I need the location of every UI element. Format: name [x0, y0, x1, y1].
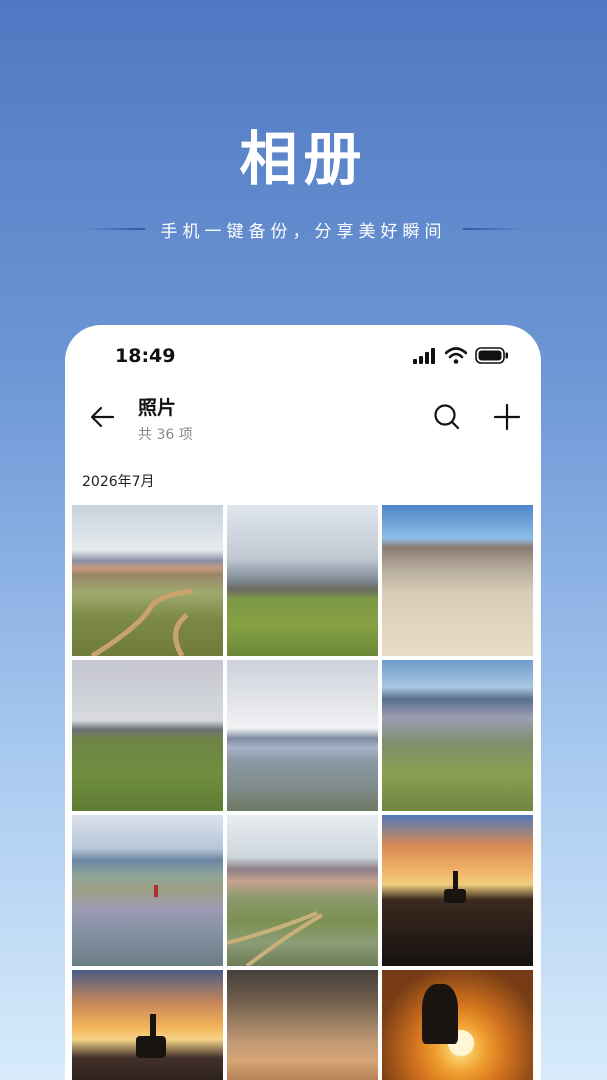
signal-icon — [413, 347, 435, 364]
photo-thumbnail[interactable] — [227, 660, 378, 811]
status-bar: 18:49 — [65, 325, 541, 389]
hero-subtitle: 手机一键备份，分享美好瞬间 — [160, 221, 447, 242]
photo-grid — [72, 505, 534, 1080]
section-date-header: 2026年7月 — [82, 474, 155, 490]
road-tracks-icon — [227, 911, 323, 966]
photo-thumbnail[interactable] — [72, 970, 223, 1080]
person-figure — [154, 885, 158, 897]
couple-silhouette — [422, 984, 458, 1044]
car-silhouette — [444, 889, 466, 903]
photo-thumbnail[interactable] — [382, 660, 533, 811]
photo-thumbnail[interactable] — [72, 505, 223, 656]
hero-subtitle-row: 手机一键备份，分享美好瞬间 — [0, 214, 607, 244]
road-tracks-icon — [90, 588, 193, 656]
add-icon — [493, 403, 521, 431]
phone-screen: 18:49 照片 共 36 项 2026年7月 — [65, 325, 541, 1080]
photo-thumbnail[interactable] — [382, 505, 533, 656]
back-button[interactable] — [87, 401, 119, 433]
photo-thumbnail[interactable] — [72, 660, 223, 811]
battery-icon — [475, 347, 508, 364]
app-bar: 照片 共 36 项 — [65, 389, 541, 449]
divider-left — [82, 228, 145, 230]
photo-thumbnail[interactable] — [382, 815, 533, 966]
title-block: 照片 共 36 项 — [138, 393, 193, 444]
person-silhouette — [453, 871, 458, 889]
photo-thumbnail[interactable] — [227, 815, 378, 966]
person-silhouette — [150, 1014, 156, 1036]
item-count: 共 36 项 — [138, 427, 193, 443]
car-silhouette — [136, 1036, 166, 1058]
back-arrow-icon — [90, 406, 115, 428]
photo-thumbnail[interactable] — [382, 970, 533, 1080]
divider-right — [462, 228, 525, 230]
photo-thumbnail[interactable] — [227, 970, 378, 1080]
wifi-icon — [445, 347, 467, 364]
status-time: 18:49 — [115, 345, 176, 367]
add-button[interactable] — [491, 401, 523, 433]
photo-thumbnail[interactable] — [227, 505, 378, 656]
search-icon — [434, 404, 460, 430]
photo-thumbnail[interactable] — [72, 815, 223, 966]
hero-title: 相册 — [239, 125, 368, 193]
search-button[interactable] — [431, 401, 463, 433]
page-title: 照片 — [138, 397, 177, 419]
status-icons — [413, 347, 509, 364]
